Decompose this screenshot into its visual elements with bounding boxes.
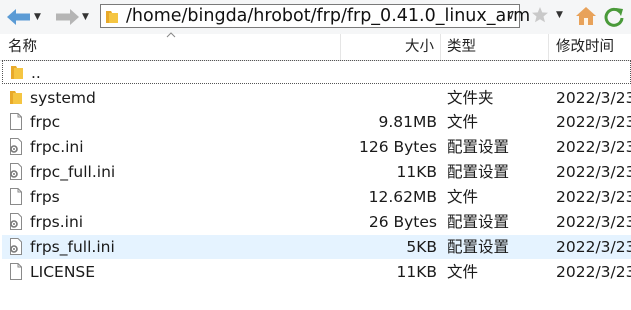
file-name: frpc_full.ini	[30, 163, 116, 181]
file-name: frps_full.ini	[30, 238, 115, 256]
file-name: systemd	[30, 89, 96, 107]
file-name: frps.ini	[30, 213, 84, 231]
file-name: LICENSE	[30, 263, 96, 281]
file-name: frps	[30, 188, 60, 206]
file-row[interactable]: frps 12.62MB 文件 2022/3/23	[2, 185, 631, 209]
file-row[interactable]: frpc 9.81MB 文件 2022/3/23	[2, 110, 631, 134]
column-divider	[340, 34, 341, 60]
file-size: 11KB	[396, 163, 437, 181]
file-type: 配置设置	[447, 213, 510, 231]
folder-icon	[9, 89, 23, 109]
file-size: 5KB	[406, 238, 437, 256]
file-icon	[9, 188, 23, 209]
file-name: frpc.ini	[30, 138, 84, 156]
address-bar[interactable]: /home/bingda/hrobot/frp/frp_0.41.0_linux…	[100, 4, 530, 28]
file-row[interactable]: frpc.ini 126 Bytes 配置设置 2022/3/23	[2, 135, 631, 159]
file-name: ..	[31, 64, 41, 82]
file-type: 文件	[447, 263, 479, 281]
column-header: 名称 大小 类型 修改时间	[0, 34, 631, 61]
parent-directory-row[interactable]: ..	[2, 60, 631, 84]
file-size: 11KB	[396, 263, 437, 281]
back-arrow-icon	[7, 9, 30, 25]
file-row[interactable]: LICENSE 11KB 文件 2022/3/23	[2, 260, 631, 284]
file-icon	[9, 113, 23, 134]
config-file-icon	[9, 138, 23, 159]
sort-ascending-icon	[166, 32, 176, 38]
star-icon[interactable]	[531, 6, 549, 24]
size-column-header[interactable]: 大小	[405, 34, 434, 60]
config-file-icon	[9, 238, 23, 259]
file-row[interactable]: frpc_full.ini 11KB 配置设置 2022/3/23	[2, 160, 631, 184]
file-size: 12.62MB	[368, 188, 437, 206]
file-size: 26 Bytes	[368, 213, 437, 231]
forward-arrow-icon	[56, 9, 79, 25]
file-modified: 2022/3/23	[556, 213, 631, 231]
file-modified: 2022/3/23	[556, 163, 631, 181]
forward-dropdown-icon[interactable]: ▼	[82, 12, 89, 22]
modified-column-header[interactable]: 修改时间	[556, 34, 614, 60]
refresh-icon[interactable]	[603, 6, 625, 28]
file-modified: 2022/3/23	[556, 138, 631, 156]
file-type: 配置设置	[447, 138, 510, 156]
file-name: frpc	[30, 113, 61, 131]
file-size: 9.81MB	[378, 113, 437, 131]
back-dropdown-icon[interactable]: ▼	[34, 12, 41, 22]
config-file-icon	[9, 163, 23, 184]
file-row[interactable]: frps.ini 26 Bytes 配置设置 2022/3/23	[2, 210, 631, 234]
column-divider	[548, 34, 549, 60]
file-modified: 2022/3/23	[556, 263, 631, 281]
file-type: 文件夹	[447, 89, 494, 107]
forward-button[interactable]: ▼	[54, 5, 89, 29]
file-row[interactable]: frps_full.ini 5KB 配置设置 2022/3/23	[2, 235, 631, 259]
name-column-header[interactable]: 名称	[8, 34, 37, 60]
address-dropdown-icon[interactable]: ∨	[506, 8, 515, 22]
file-type: 配置设置	[447, 163, 510, 181]
file-modified: 2022/3/23	[556, 188, 631, 206]
file-row[interactable]: systemd 文件夹 2022/3/23	[2, 86, 631, 110]
back-button[interactable]: ▼	[6, 5, 41, 29]
address-path[interactable]: /home/bingda/hrobot/frp/frp_0.41.0_linux…	[126, 6, 530, 27]
file-size: 126 Bytes	[358, 138, 437, 156]
file-type: 文件	[447, 113, 479, 131]
config-file-icon	[9, 213, 23, 234]
home-icon[interactable]	[575, 6, 597, 26]
type-column-header[interactable]: 类型	[447, 34, 476, 60]
file-modified: 2022/3/23	[556, 113, 631, 131]
column-divider	[440, 34, 441, 60]
file-modified: 2022/3/23	[556, 89, 631, 107]
file-type: 文件	[447, 188, 479, 206]
folder-icon	[10, 64, 24, 84]
file-modified: 2022/3/23	[556, 238, 631, 256]
toolbar: ▼ ▼ /home/bingda/hrobot/frp/frp_0.41.0_l…	[0, 0, 631, 34]
file-icon	[9, 263, 23, 284]
bookmark-dropdown-icon[interactable]: ▼	[556, 10, 563, 20]
folder-icon	[106, 11, 118, 23]
file-type: 配置设置	[447, 238, 510, 256]
